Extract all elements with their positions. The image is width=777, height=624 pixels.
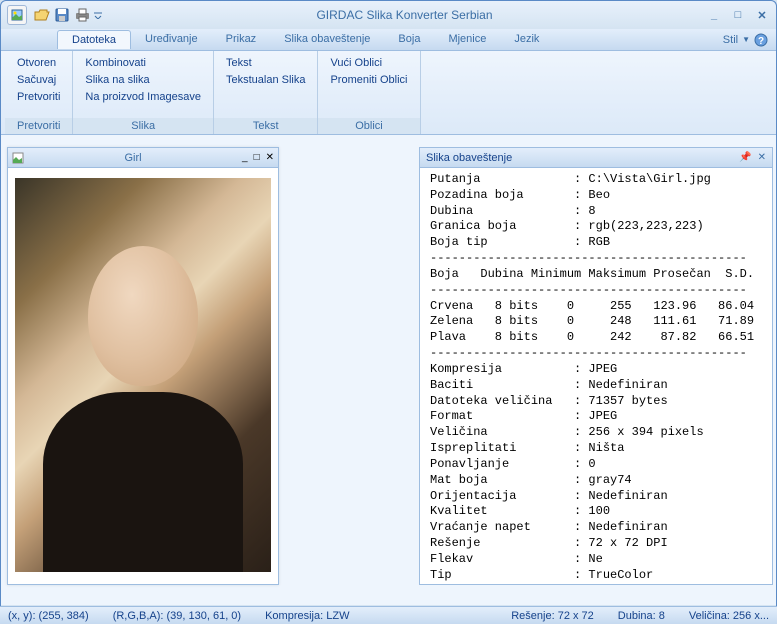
style-label: Stil [723,34,738,46]
tab-datoteka[interactable]: Datoteka [57,30,131,49]
window-title: GIRDAC Slika Konverter Serbian [103,8,706,22]
window-controls: _ □ ✕ [706,7,770,23]
status-velicina: Veličina: 256 x... [689,610,769,622]
ribbon-group-pretvoriti: OtvorenSačuvajPretvoritiPretvoriti [5,51,73,134]
open-icon[interactable] [33,6,51,24]
image-content [15,178,271,572]
ribbon: OtvorenSačuvajPretvoritiPretvoritiKombin… [1,51,776,135]
ribbon-item-otvoren[interactable]: Otvoren [13,55,64,71]
tab-mjenice[interactable]: Mjenice [434,30,500,49]
ribbon-item-sačuvaj[interactable]: Sačuvaj [13,72,64,88]
image-window-title: Girl [24,152,242,164]
ribbon-item-promeniti-oblici[interactable]: Promeniti Oblici [326,72,411,88]
ribbon-item-kombinovati[interactable]: Kombinovati [81,55,205,71]
child-maximize-button[interactable]: □ [254,152,260,163]
ribbon-group-label: Tekst [214,118,318,134]
image-window: Girl _ □ ✕ [7,147,279,585]
ribbon-group-label: Oblici [318,118,419,134]
ribbon-group-tekst: TekstTekstualan SlikaTekst [214,51,319,134]
qat-dropdown-icon[interactable] [93,6,103,24]
tab-prikaz[interactable]: Prikaz [212,30,271,49]
child-minimize-button[interactable]: _ [242,152,248,163]
menubar: DatotekaUređivanjePrikazSlika obaveštenj… [1,29,776,51]
maximize-button[interactable]: □ [730,7,746,23]
info-panel-title: Slika obaveštenje [426,152,739,164]
ribbon-item-tekstualan-slika[interactable]: Tekstualan Slika [222,72,310,88]
tab-boja[interactable]: Boja [384,30,434,49]
info-panel: Slika obaveštenje 📌 ✕ Putanja : C:\Vista… [419,147,773,585]
panel-close-button[interactable]: ✕ [758,152,766,163]
status-kompresija: Kompresija: LZW [265,610,349,622]
print-icon[interactable] [73,6,91,24]
info-panel-content: Putanja : C:\Vista\Girl.jpg Pozadina boj… [420,168,772,584]
close-button[interactable]: ✕ [754,7,770,23]
minimize-button[interactable]: _ [706,7,722,23]
tab-slika-obaveštenje[interactable]: Slika obaveštenje [270,30,384,49]
ribbon-item-na-proizvod-imagesave[interactable]: Na proizvod Imagesave [81,89,205,105]
titlebar: GIRDAC Slika Konverter Serbian _ □ ✕ [1,1,776,29]
ribbon-group-slika: KombinovatiSlika na slikaNa proizvod Ima… [73,51,214,134]
ribbon-group-oblici: Vući ObliciPromeniti Oblici Oblici [318,51,420,134]
ribbon-item-tekst[interactable]: Tekst [222,55,310,71]
document-icon [12,152,24,164]
ribbon-group-label: Slika [73,118,213,134]
status-rgba: (R,G,B,A): (39, 130, 61, 0) [113,610,241,622]
info-panel-header[interactable]: Slika obaveštenje 📌 ✕ [420,148,772,168]
svg-text:?: ? [758,36,764,47]
workspace: Girl _ □ ✕ Slika obaveštenje 📌 ✕ Putanja… [1,135,776,605]
save-icon[interactable] [53,6,71,24]
chevron-down-icon: ▼ [742,35,750,44]
tab-uređivanje[interactable]: Uređivanje [131,30,212,49]
status-xy: (x, y): (255, 384) [8,610,89,622]
tab-jezik[interactable]: Jezik [500,30,553,49]
style-menu[interactable]: Stil ▼ ? [723,33,768,47]
ribbon-item-slika-na-slika[interactable]: Slika na slika [81,72,205,88]
quick-access-toolbar [33,6,103,24]
help-icon[interactable]: ? [754,33,768,47]
ribbon-item-vući-oblici[interactable]: Vući Oblici [326,55,411,71]
status-resenje: Rešenje: 72 x 72 [511,610,594,622]
app-icon[interactable] [7,5,27,25]
ribbon-item-pretvoriti[interactable]: Pretvoriti [13,89,64,105]
pin-icon[interactable]: 📌 [739,152,751,163]
ribbon-group-label: Pretvoriti [5,118,72,134]
statusbar: (x, y): (255, 384) (R,G,B,A): (39, 130, … [0,606,777,624]
status-dubina: Dubina: 8 [618,610,665,622]
child-close-button[interactable]: ✕ [266,152,274,163]
image-window-titlebar[interactable]: Girl _ □ ✕ [8,148,278,168]
